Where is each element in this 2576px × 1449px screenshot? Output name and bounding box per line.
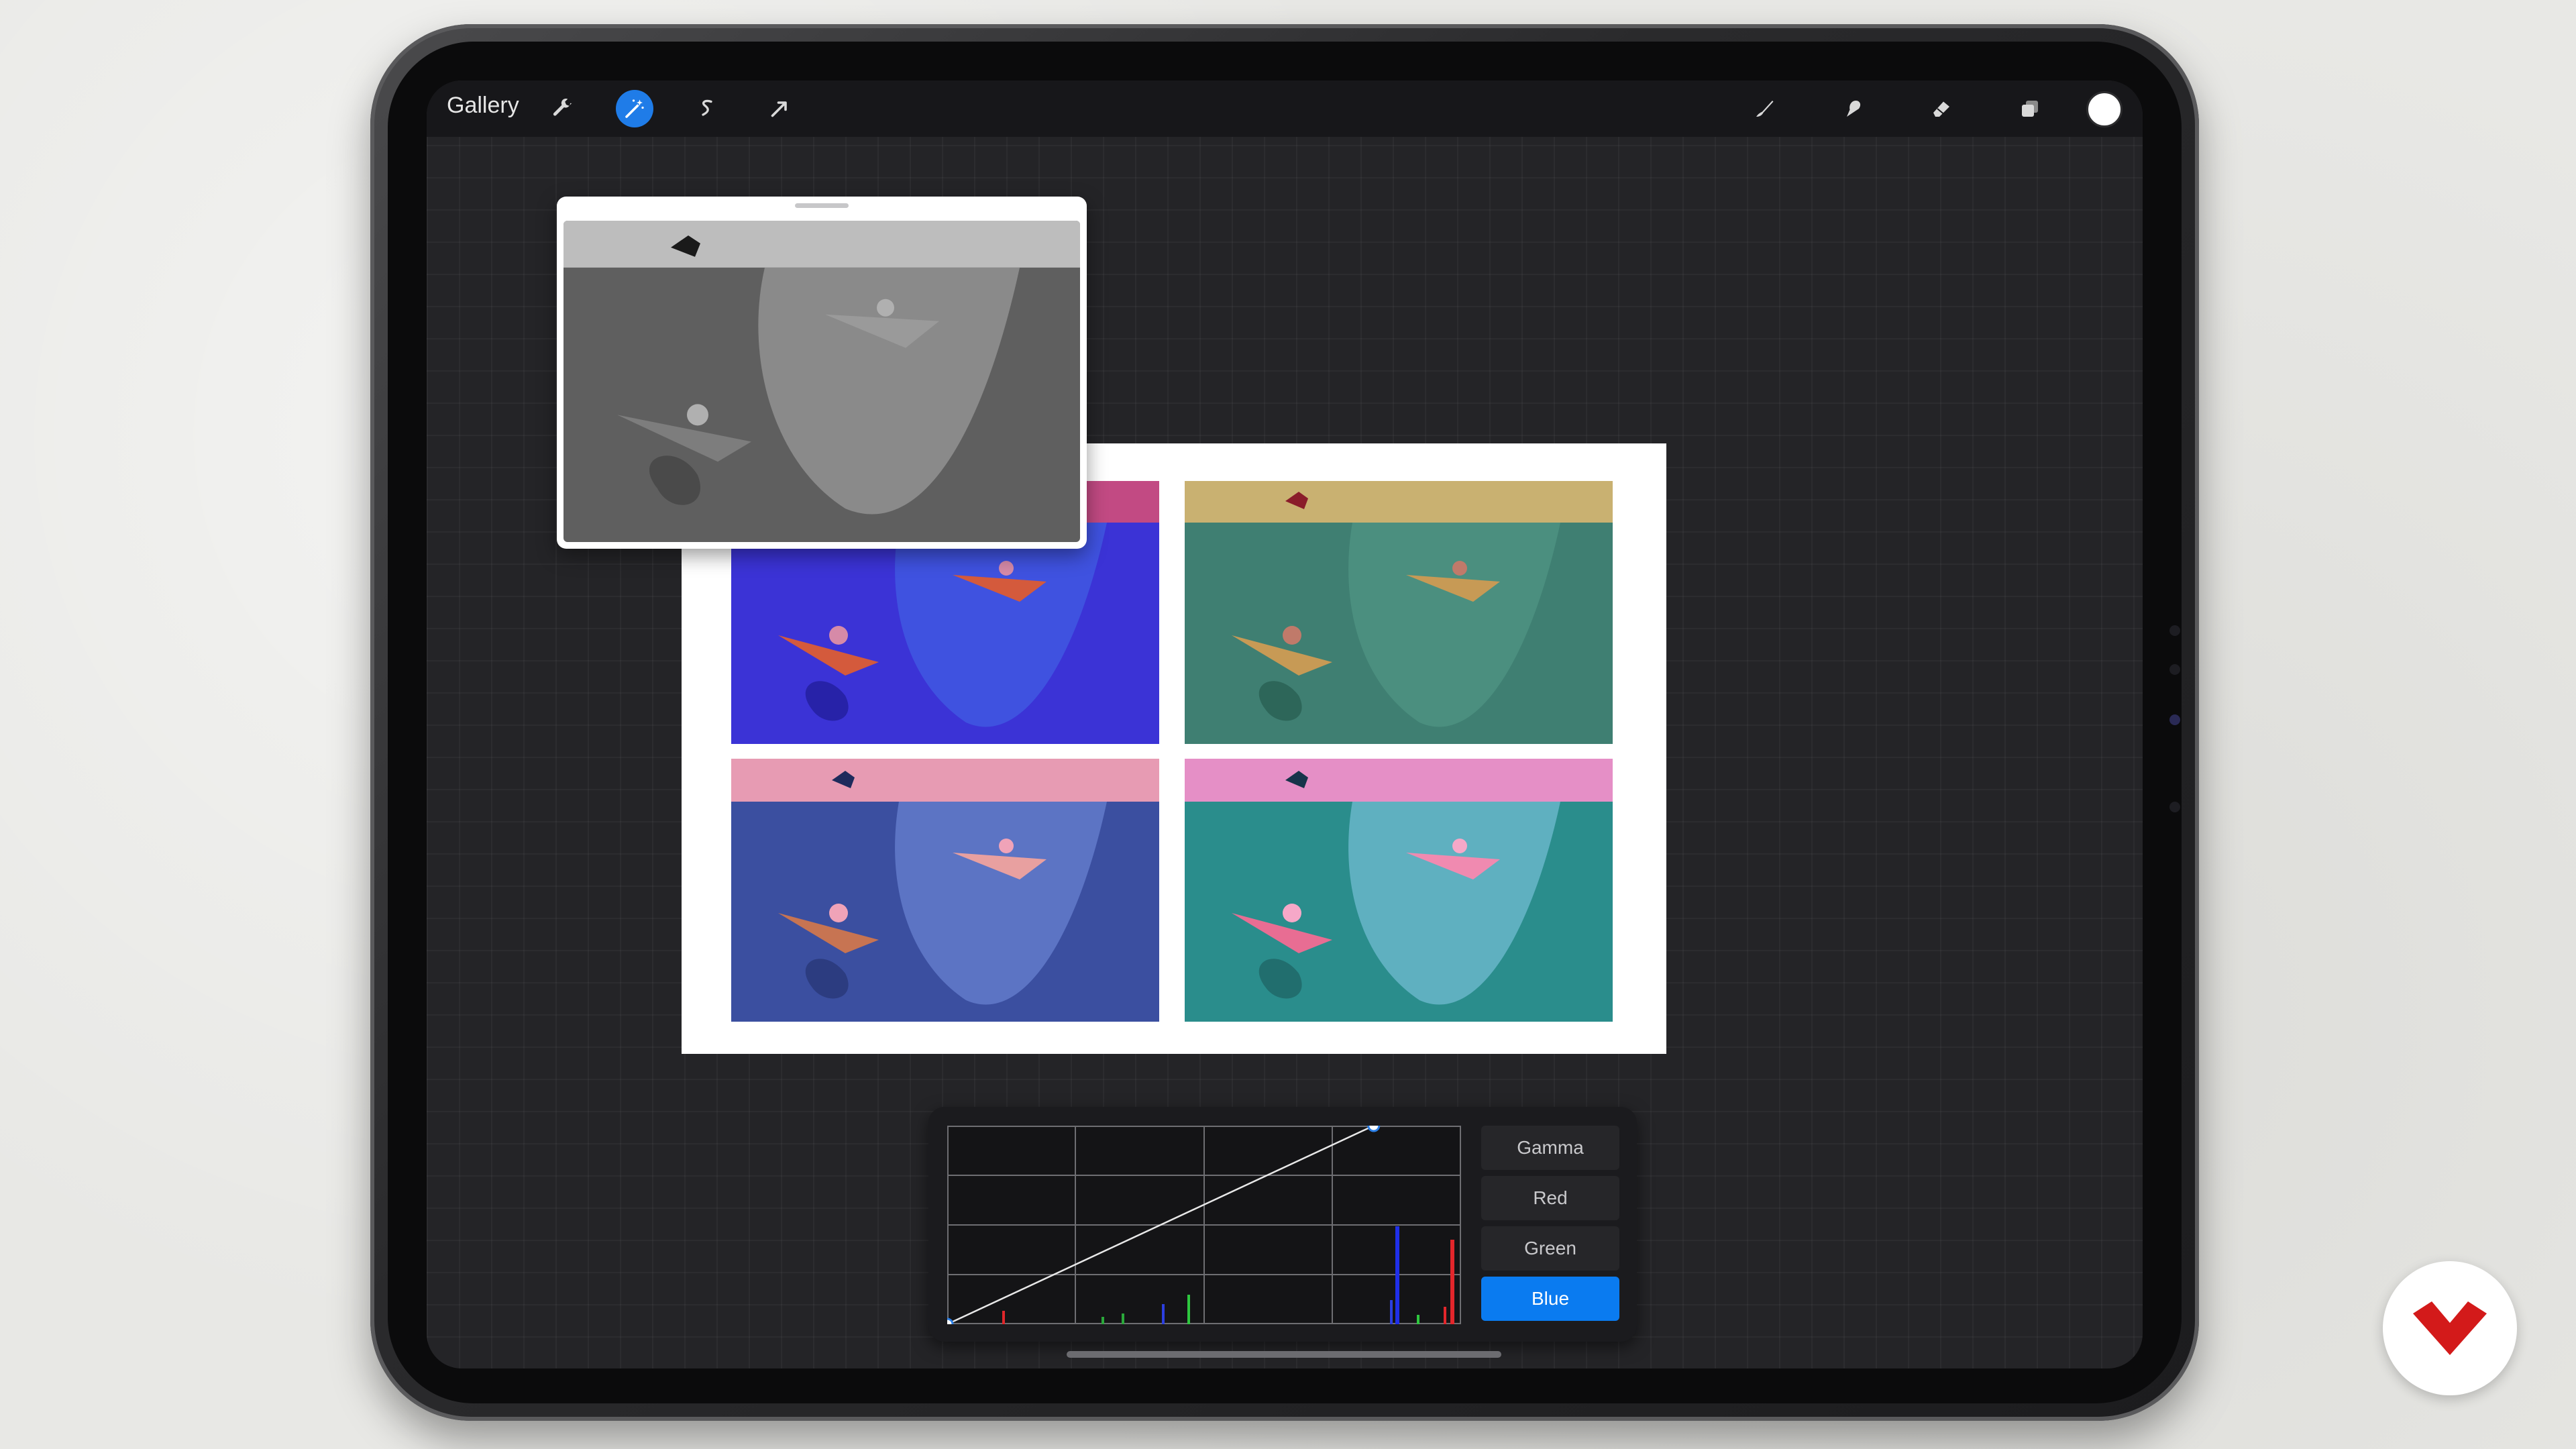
- reference-drag-handle[interactable]: [795, 203, 849, 208]
- artwork-panel-bottom-right: [1185, 759, 1613, 1022]
- magic-wand-icon: [625, 99, 644, 118]
- artwork-panel-top-right: [1185, 481, 1613, 744]
- home-indicator[interactable]: [1067, 1351, 1501, 1358]
- actions-button[interactable]: [543, 90, 581, 127]
- arrow-cursor-icon: [771, 101, 787, 117]
- wrench-icon: [553, 99, 572, 116]
- artwork-panel-bottom-left: [731, 759, 1159, 1022]
- procreate-canvas[interactable]: Gallery Gamma Red Green Blue: [427, 80, 2143, 1368]
- camera-icon: [2169, 714, 2180, 725]
- layers-icon: [2022, 101, 2038, 117]
- smudge-icon: [1847, 101, 1861, 117]
- reference-window[interactable]: [557, 197, 1087, 549]
- domestika-icon: [2413, 1301, 2487, 1355]
- channel-green-button[interactable]: Green: [1481, 1226, 1619, 1271]
- brand-badge: [2383, 1261, 2517, 1395]
- gallery-button[interactable]: Gallery: [447, 93, 519, 119]
- layers-button[interactable]: [2011, 90, 2049, 127]
- selection-s-icon: [702, 99, 712, 116]
- adjustments-button[interactable]: [616, 90, 653, 127]
- side-sensor: [2169, 802, 2180, 812]
- channel-gamma-button[interactable]: Gamma: [1481, 1126, 1619, 1170]
- channel-red-button[interactable]: Red: [1481, 1176, 1619, 1220]
- side-sensor: [2169, 664, 2180, 675]
- color-picker-button[interactable]: [2086, 91, 2123, 127]
- reference-image: [564, 221, 1080, 542]
- brush-icon: [1756, 101, 1774, 117]
- curves-panel: Gamma Red Green Blue: [928, 1107, 1637, 1342]
- brush-button[interactable]: [1746, 90, 1783, 127]
- curve-point[interactable]: [1367, 1126, 1381, 1132]
- transform-button[interactable]: [761, 90, 798, 127]
- selection-button[interactable]: [688, 90, 726, 127]
- channel-blue-button[interactable]: Blue: [1481, 1277, 1619, 1321]
- curve-graph[interactable]: [947, 1126, 1461, 1324]
- smudge-button[interactable]: [1834, 90, 1872, 127]
- eraser-button[interactable]: [1923, 90, 1960, 127]
- eraser-icon: [1933, 101, 1949, 117]
- top-toolbar: Gallery: [427, 80, 2143, 137]
- side-sensor: [2169, 625, 2180, 636]
